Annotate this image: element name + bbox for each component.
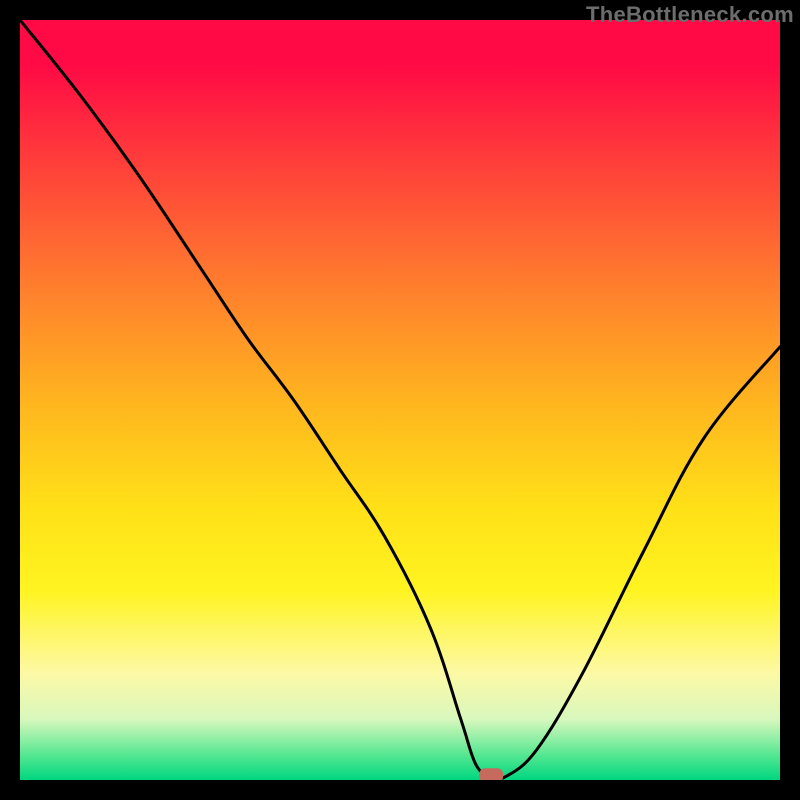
chart-frame: TheBottleneck.com — [0, 0, 800, 800]
minimum-marker — [479, 768, 503, 780]
bottleneck-curve-path — [20, 20, 780, 779]
bottleneck-curve-svg — [20, 20, 780, 780]
plot-area — [20, 20, 780, 780]
watermark-text: TheBottleneck.com — [586, 2, 794, 28]
